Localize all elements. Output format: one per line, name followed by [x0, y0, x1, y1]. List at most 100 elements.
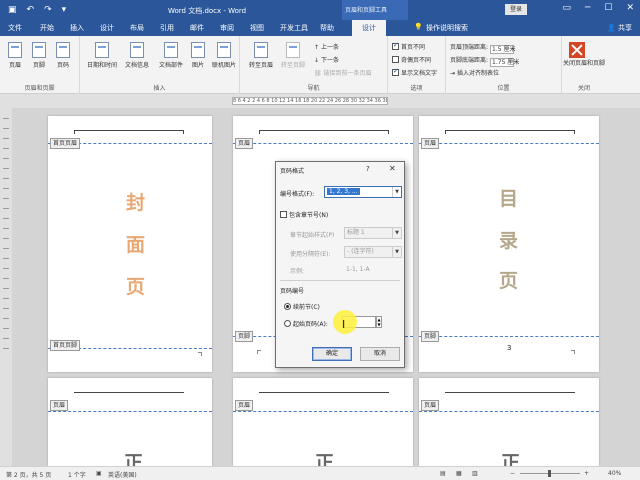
separator-select[interactable]: - (连字符) ▼ — [344, 246, 402, 258]
ok-button[interactable]: 确定 — [312, 347, 352, 361]
web-layout-icon[interactable]: ▥ — [472, 470, 478, 477]
first-page-diff-checkbox[interactable]: 首页不同 — [392, 41, 426, 51]
header-boundary — [48, 411, 212, 412]
footer-tag: 页脚 — [235, 331, 254, 342]
picture-button[interactable]: 图片 — [188, 42, 208, 69]
tell-me-box[interactable]: 操作说明搜索 — [426, 23, 468, 33]
picture-label: 图片 — [191, 62, 204, 69]
header-boundary — [233, 143, 413, 144]
print-layout-icon[interactable]: ▦ — [456, 470, 462, 477]
next-button[interactable]: ↓ 下一条 — [314, 55, 339, 64]
tab-home[interactable]: 开始 — [40, 23, 54, 33]
odd-even-diff-label: 奇偶页不同 — [401, 57, 432, 64]
footer-bottom-distance: 页脚底端距离: 1.75 厘米 — [450, 55, 519, 67]
doc-info-button[interactable]: 文档信息 — [122, 42, 152, 69]
start-at-radio[interactable]: 起始页码(A): — [284, 319, 328, 328]
start-at-label: 起始页码(A): — [293, 321, 328, 328]
tab-references[interactable]: 引用 — [160, 23, 174, 33]
footer-button[interactable]: 页脚 — [30, 42, 48, 69]
start-at-spinner[interactable]: ▲ ▼ — [376, 316, 382, 328]
tab-design-doc[interactable]: 设计 — [100, 23, 114, 33]
online-picture-button[interactable]: 联机图片 — [210, 42, 238, 69]
ruler-scale[interactable]: 8 6 4 2 2 4 6 8 10 12 14 16 18 20 22 24 … — [232, 97, 388, 105]
ruler-tick — [3, 348, 9, 349]
cover-char-1: 封 — [126, 192, 146, 214]
minimize-icon[interactable]: ─ — [585, 3, 590, 13]
show-doc-text-checkbox[interactable]: 显示文档文字 — [392, 67, 437, 77]
tab-header-footer-design[interactable]: 设计 — [352, 20, 386, 36]
link-previous-button[interactable]: ⛓ 链接到前一条页眉 — [314, 68, 372, 77]
header-top-input[interactable]: 1.5 厘米 — [490, 45, 515, 54]
doc-parts-button[interactable]: 文档部件 — [156, 42, 186, 69]
header-button-label: 页眉 — [8, 62, 21, 69]
tab-view[interactable]: 视图 — [250, 23, 264, 33]
page-4[interactable]: 页眉 正 — [48, 378, 212, 474]
cancel-button[interactable]: 取消 — [360, 347, 400, 361]
tab-file[interactable]: 文件 — [8, 23, 22, 33]
date-time-button[interactable]: 日期和时间 — [86, 42, 118, 69]
tab-mailings[interactable]: 邮件 — [190, 23, 204, 33]
previous-button[interactable]: ↑ 上一条 — [314, 42, 339, 51]
redo-icon[interactable]: ↷ — [44, 5, 52, 15]
link-previous-label: 链接到前一条页眉 — [323, 70, 372, 77]
doc-info-label: 文档信息 — [124, 62, 149, 69]
proofing-icon[interactable]: ▣ — [96, 470, 102, 477]
ruler-tick — [3, 128, 9, 129]
zoom-in-button[interactable]: + — [584, 470, 589, 477]
goto-footer-icon — [286, 42, 300, 58]
close-header-footer-button[interactable]: 关闭页眉和页脚 — [562, 60, 606, 68]
chapter-style-select[interactable]: 标题 1 ▼ — [344, 227, 402, 239]
close-header-footer-icon[interactable] — [569, 42, 585, 58]
close-window-icon[interactable]: ✕ — [626, 3, 634, 13]
header-boundary — [419, 143, 599, 144]
goto-footer-button[interactable]: 转至页脚 — [278, 42, 308, 69]
share-button[interactable]: 👤 共享 — [607, 23, 632, 33]
page-cover[interactable]: 首页页眉 封 面 页 首页页脚 — [48, 116, 212, 372]
number-format-select[interactable]: 1, 2, 3, ... ▼ — [324, 186, 402, 198]
odd-even-diff-checkbox[interactable]: 奇偶页不同 — [392, 55, 431, 64]
page-number-button[interactable]: 页码 — [54, 42, 72, 69]
word-count[interactable]: 1 个字 — [68, 470, 86, 479]
zoom-out-button[interactable]: − — [510, 470, 515, 477]
save-icon[interactable]: ▣ — [8, 5, 17, 15]
insert-align-tab-button[interactable]: ⇥ 插入对齐制表位 — [450, 68, 499, 77]
header-button[interactable]: 页眉 — [6, 42, 24, 69]
help-icon[interactable]: ? — [366, 165, 370, 173]
login-button[interactable]: 登录 — [505, 4, 527, 15]
close-icon[interactable]: ✕ — [389, 164, 396, 173]
tab-layout[interactable]: 布局 — [130, 23, 144, 33]
read-mode-icon[interactable]: ▤ — [440, 470, 446, 477]
tab-help[interactable]: 帮助 — [320, 23, 334, 33]
header-rule — [445, 392, 575, 393]
include-chapter-label: 包含章节号(N) — [289, 212, 329, 219]
footer-bottom-input[interactable]: 1.75 厘米 — [490, 58, 519, 67]
zoom-slider-handle[interactable] — [548, 470, 551, 477]
title-bar: ▣ ↶ ↷ ▾ Word 文档.docx - Word 页眉和页脚工具 登录 ▭… — [0, 0, 640, 20]
footer-button-label: 页脚 — [32, 62, 45, 69]
undo-icon[interactable]: ↶ — [27, 5, 35, 15]
goto-header-label: 转至页眉 — [248, 62, 273, 69]
ribbon-options-icon[interactable]: ▭ — [562, 3, 571, 13]
group-navigation: 转至页眉 转至页脚 ↑ 上一条 ↓ 下一条 ⛓ 链接到前一条页眉 导航 — [240, 36, 388, 94]
page-count[interactable]: 第 2 页，共 5 页 — [6, 470, 51, 479]
include-chapter-checkbox[interactable]: 包含章节号(N) — [280, 210, 328, 219]
maximize-icon[interactable]: ☐ — [604, 3, 612, 13]
first-page-diff-label: 首页不同 — [401, 44, 426, 51]
continue-previous-radio[interactable]: 续前节(C) — [284, 302, 320, 311]
ruler-tick — [3, 178, 9, 179]
page-5[interactable]: 页眉 正 — [233, 378, 413, 474]
dialog-separator — [280, 280, 400, 281]
arrow-up-icon: ↑ — [314, 44, 320, 51]
header-rule — [74, 130, 184, 131]
language[interactable]: 英语(美国) — [108, 470, 137, 479]
goto-header-button[interactable]: 转至页眉 — [246, 42, 276, 69]
page-6[interactable]: 页眉 正 — [419, 378, 599, 474]
zoom-level[interactable]: 40% — [608, 470, 621, 477]
tab-review[interactable]: 审阅 — [220, 23, 234, 33]
tab-insert[interactable]: 插入 — [70, 23, 84, 33]
tab-developer[interactable]: 开发工具 — [280, 23, 308, 33]
ruler-tick — [3, 218, 9, 219]
customize-qa-icon[interactable]: ▾ — [62, 5, 67, 15]
header-rule-tick — [388, 130, 389, 134]
page-toc[interactable]: 页眉 目 录 页 页脚 3 — [419, 116, 599, 372]
